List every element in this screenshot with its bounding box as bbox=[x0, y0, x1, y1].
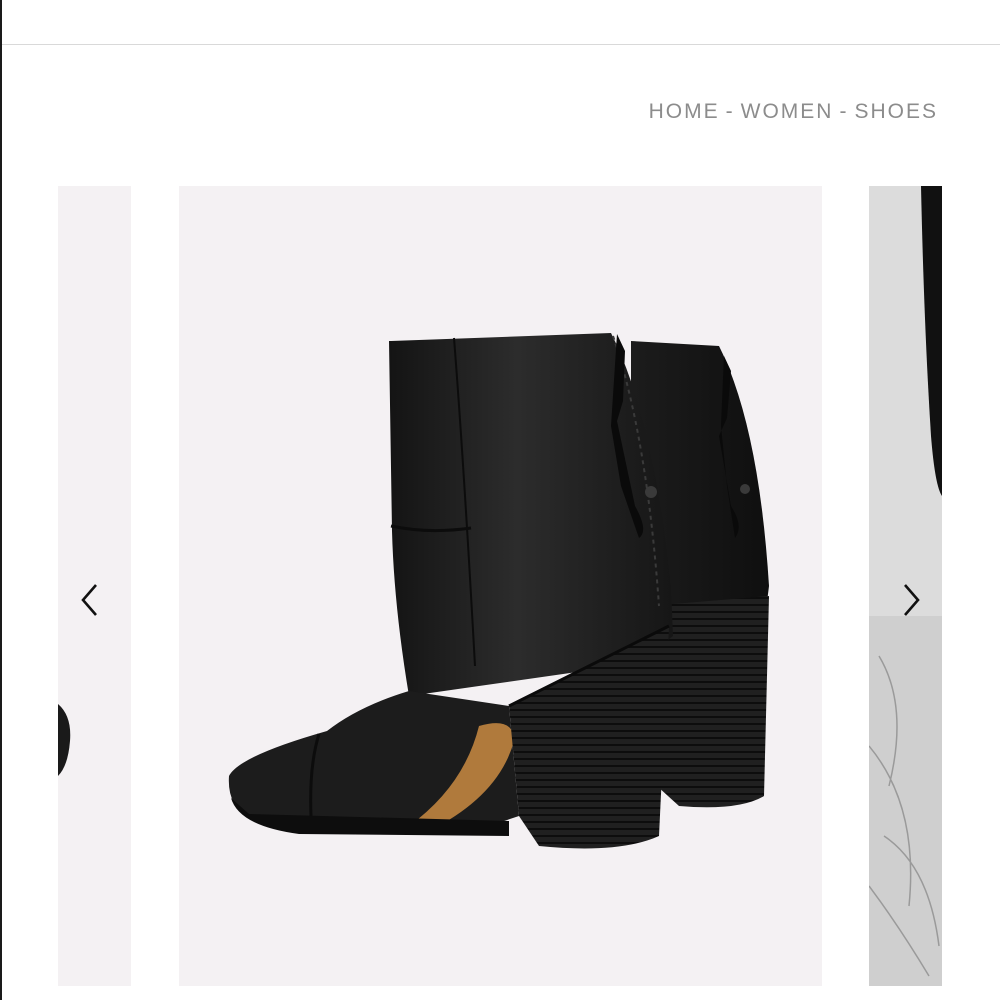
window-edge bbox=[0, 0, 2, 1000]
product-image-ankle-boots bbox=[228, 333, 769, 849]
breadcrumb-shoes-link[interactable]: SHOES bbox=[854, 100, 938, 123]
product-image-carousel bbox=[58, 186, 942, 986]
breadcrumb-separator: - bbox=[725, 100, 735, 123]
breadcrumb-women-link[interactable]: WOMEN bbox=[741, 100, 834, 123]
breadcrumb-home-link[interactable]: HOME bbox=[649, 100, 720, 123]
carousel-slide-current bbox=[179, 186, 822, 986]
chevron-right-icon bbox=[904, 584, 920, 616]
carousel-prev-button[interactable] bbox=[72, 582, 108, 618]
breadcrumb: HOME - WOMEN - SHOES bbox=[649, 100, 938, 124]
site-header bbox=[2, 0, 1000, 45]
carousel-next-button[interactable] bbox=[893, 582, 929, 618]
chevron-left-icon bbox=[81, 584, 97, 616]
breadcrumb-separator: - bbox=[839, 100, 849, 123]
